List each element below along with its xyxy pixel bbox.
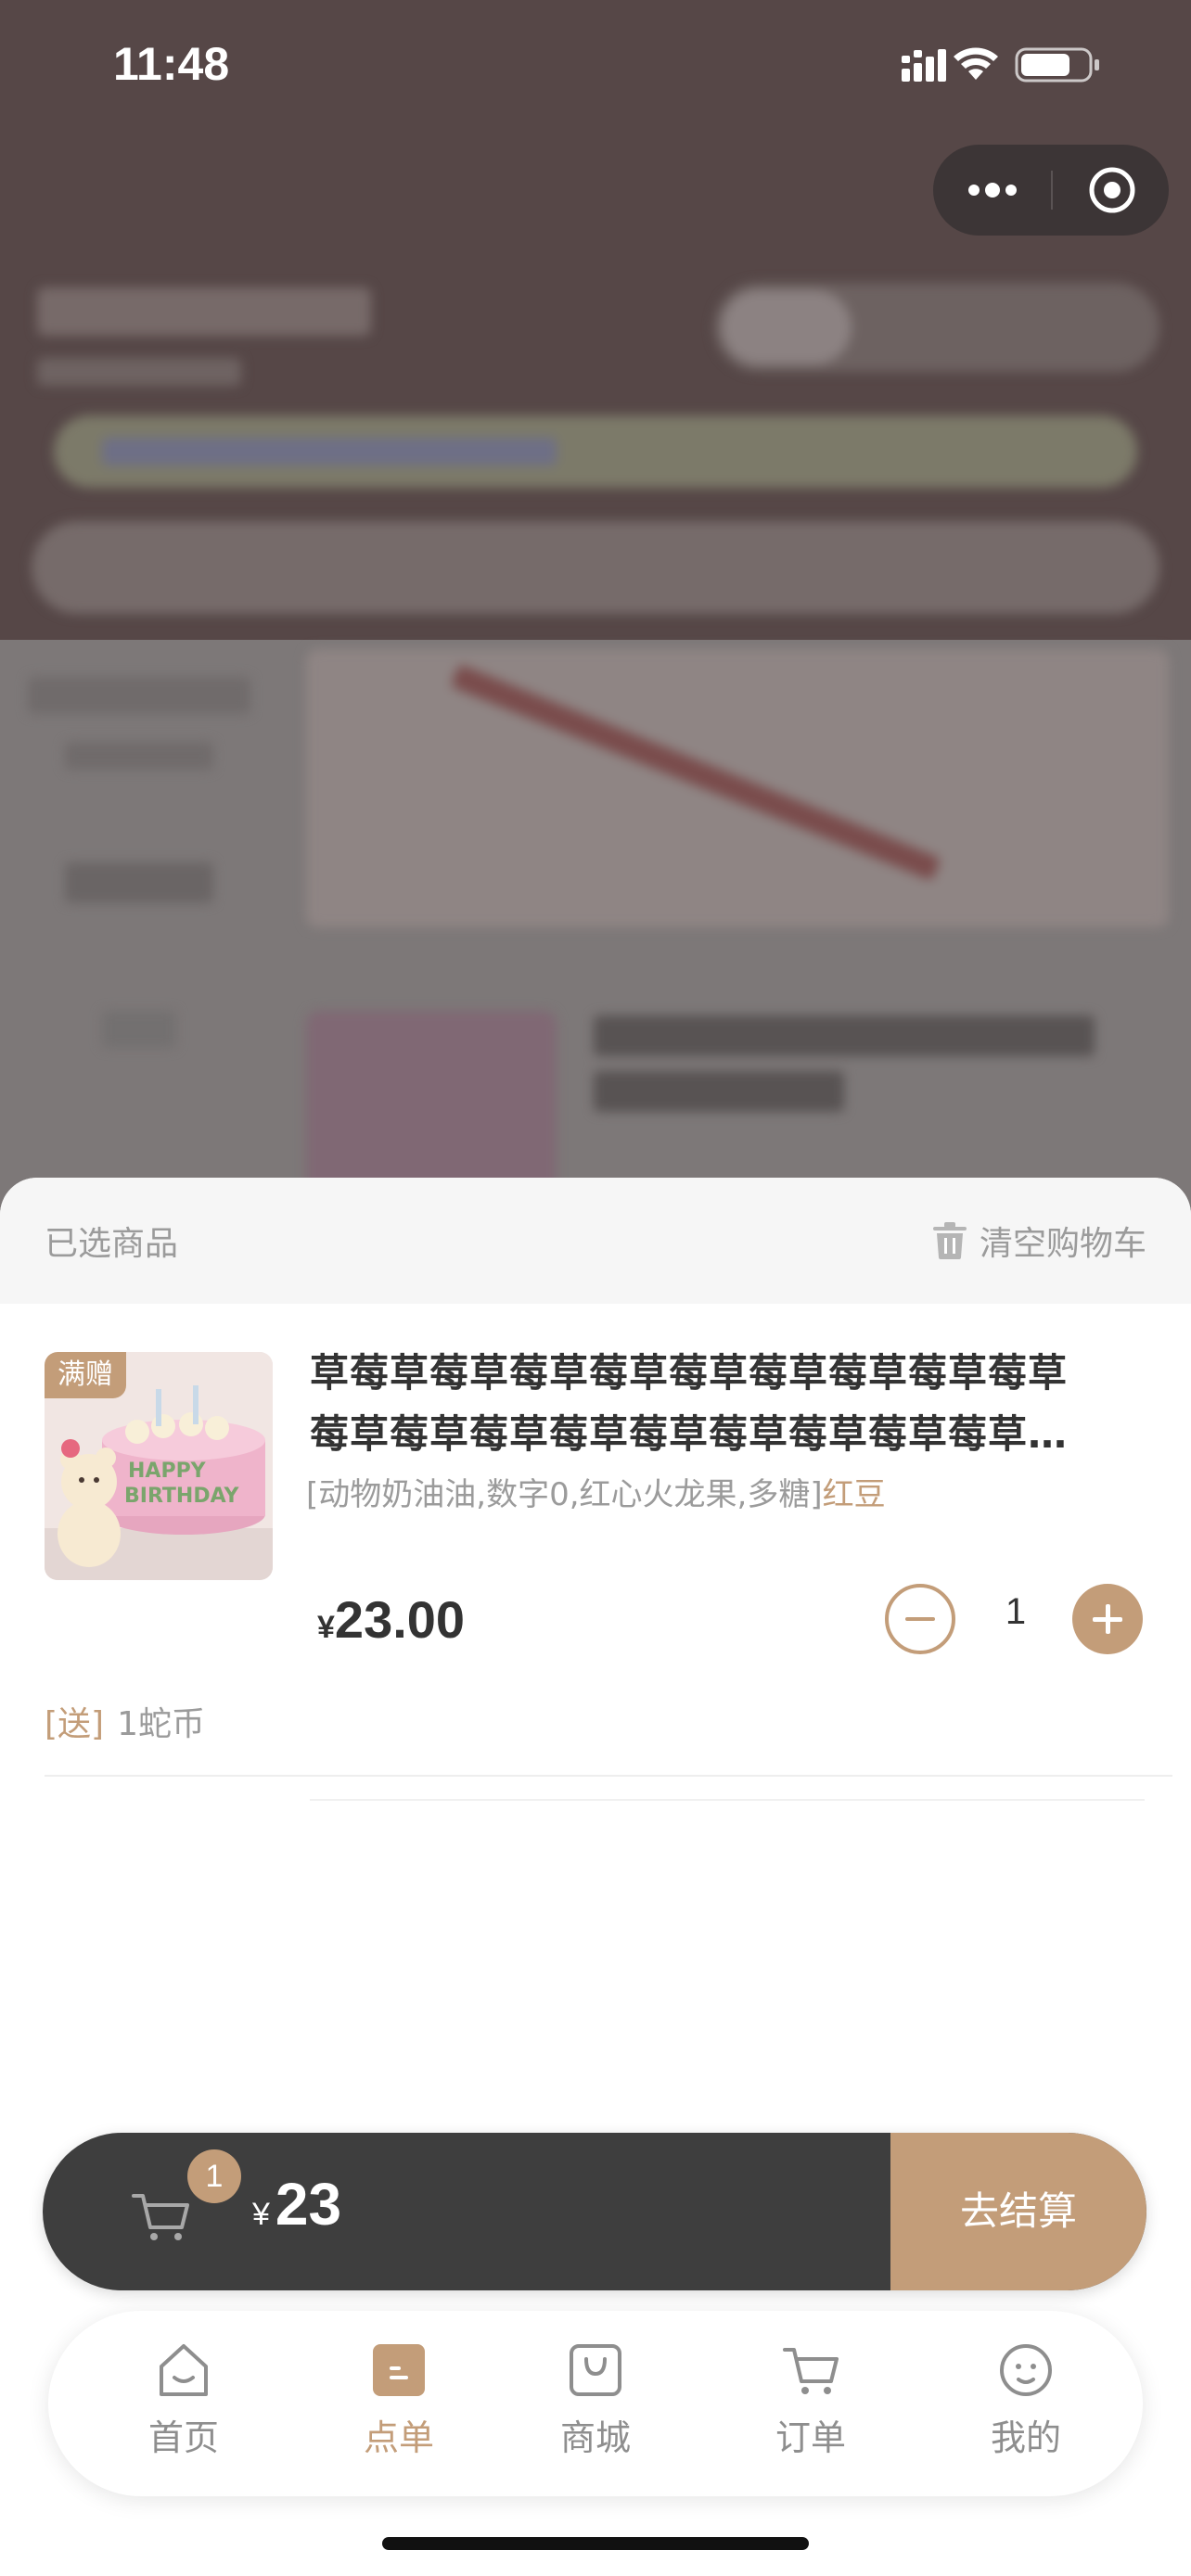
tab-orders[interactable]: 订单 bbox=[727, 2340, 894, 2470]
background-content bbox=[0, 640, 1191, 1215]
capsule-divider bbox=[1051, 171, 1053, 210]
total-value: 23 bbox=[275, 2171, 342, 2238]
tab-profile-label: 我的 bbox=[990, 2417, 1061, 2458]
more-dots-icon[interactable] bbox=[965, 171, 1020, 210]
miniprogram-capsule bbox=[933, 145, 1169, 236]
cart-item: HAPPY BIRTHDAY 满赠 草莓草莓草莓草莓草莓草莓草莓草莓草莓草 莓草… bbox=[0, 1304, 1191, 1801]
signal-icon bbox=[902, 49, 946, 82]
product-name[interactable]: 草莓草莓草莓草莓草莓草莓草莓草莓草莓草 莓草莓草莓草莓草莓草莓草莓草莓草莓草… bbox=[310, 1343, 1108, 1465]
shop-bag-icon bbox=[570, 2344, 621, 2396]
quantity-value: 1 bbox=[1005, 1591, 1027, 1632]
status-time: 11:48 bbox=[113, 38, 230, 90]
tab-order-menu-label: 点单 bbox=[363, 2417, 434, 2458]
background-category-item bbox=[65, 862, 213, 903]
checkout-button[interactable]: 去结算 bbox=[890, 2133, 1146, 2290]
battery-icon bbox=[1015, 47, 1099, 83]
selected-items-title: 已选商品 bbox=[45, 1225, 179, 1263]
bottom-tab-bar: 首页 点单 商城 订单 我的 bbox=[48, 2311, 1143, 2496]
tab-home[interactable]: 首页 bbox=[100, 2340, 267, 2470]
product-name-line2: 莓草莓草莓草莓草莓草莓草莓草莓草莓草… bbox=[310, 1411, 1069, 1457]
background-category-item bbox=[102, 1011, 176, 1048]
wifi-icon bbox=[954, 47, 998, 80]
gift-divider bbox=[45, 1775, 1172, 1777]
tab-orders-label: 订单 bbox=[775, 2417, 846, 2458]
product-spec-highlight: 红豆 bbox=[822, 1476, 886, 1513]
background-category-item bbox=[65, 742, 213, 770]
product-thumbnail: HAPPY BIRTHDAY 满赠 bbox=[45, 1352, 273, 1580]
product-spec: [动物奶油油,数字0,红心火龙果,多糖]红豆 bbox=[306, 1469, 886, 1514]
home-indicator bbox=[382, 2537, 809, 2550]
cart-count-badge: 1 bbox=[187, 2149, 241, 2203]
clear-cart-button[interactable]: 清空购物车 bbox=[932, 1215, 1146, 1267]
background-category-item bbox=[28, 677, 250, 714]
cart-sheet-header: 已选商品 清空购物车 bbox=[0, 1178, 1191, 1304]
total-currency: ¥ bbox=[252, 2197, 270, 2232]
home-icon bbox=[160, 2344, 208, 2396]
tab-order-menu[interactable]: 点单 bbox=[315, 2340, 482, 2470]
promo-tag: 满赠 bbox=[45, 1352, 126, 1398]
product-spec-options: [动物奶油油,数字0,红心火龙果,多糖] bbox=[306, 1476, 823, 1513]
tab-profile[interactable]: 我的 bbox=[942, 2340, 1109, 2470]
price-currency: ¥ bbox=[317, 1610, 335, 1645]
cart-total: ¥23 bbox=[252, 2170, 341, 2238]
profile-icon bbox=[1000, 2344, 1052, 2396]
tab-home-label: 首页 bbox=[147, 2417, 219, 2458]
decrease-quantity-button[interactable] bbox=[885, 1584, 955, 1654]
background-product-name bbox=[594, 1071, 844, 1112]
gift-text: 1蛇币 bbox=[117, 1705, 205, 1743]
product-price: ¥23.00 bbox=[317, 1589, 465, 1650]
price-value: 23.00 bbox=[334, 1590, 466, 1649]
cart-icon[interactable] bbox=[132, 2190, 191, 2242]
gift-tag: [送] bbox=[45, 1705, 105, 1743]
background-product-name bbox=[594, 1015, 1095, 1056]
close-target-icon[interactable] bbox=[1087, 165, 1137, 215]
svg-text:HAPPY: HAPPY bbox=[128, 1460, 207, 1483]
tab-shop[interactable]: 商城 bbox=[512, 2340, 679, 2470]
clear-cart-label: 清空购物车 bbox=[979, 1225, 1146, 1263]
cart-icon bbox=[783, 2348, 839, 2394]
order-menu-icon bbox=[373, 2344, 425, 2396]
trash-icon bbox=[932, 1222, 967, 1259]
tab-shop-label: 商城 bbox=[559, 2417, 631, 2458]
item-divider bbox=[310, 1799, 1145, 1801]
svg-text:BIRTHDAY: BIRTHDAY bbox=[124, 1485, 240, 1508]
gift-row: [送] 1蛇币 bbox=[45, 1697, 205, 1745]
status-icons bbox=[902, 47, 1099, 83]
increase-quantity-button[interactable] bbox=[1072, 1584, 1143, 1654]
product-name-line1: 草莓草莓草莓草莓草莓草莓草莓草莓草莓草 bbox=[310, 1350, 1069, 1396]
